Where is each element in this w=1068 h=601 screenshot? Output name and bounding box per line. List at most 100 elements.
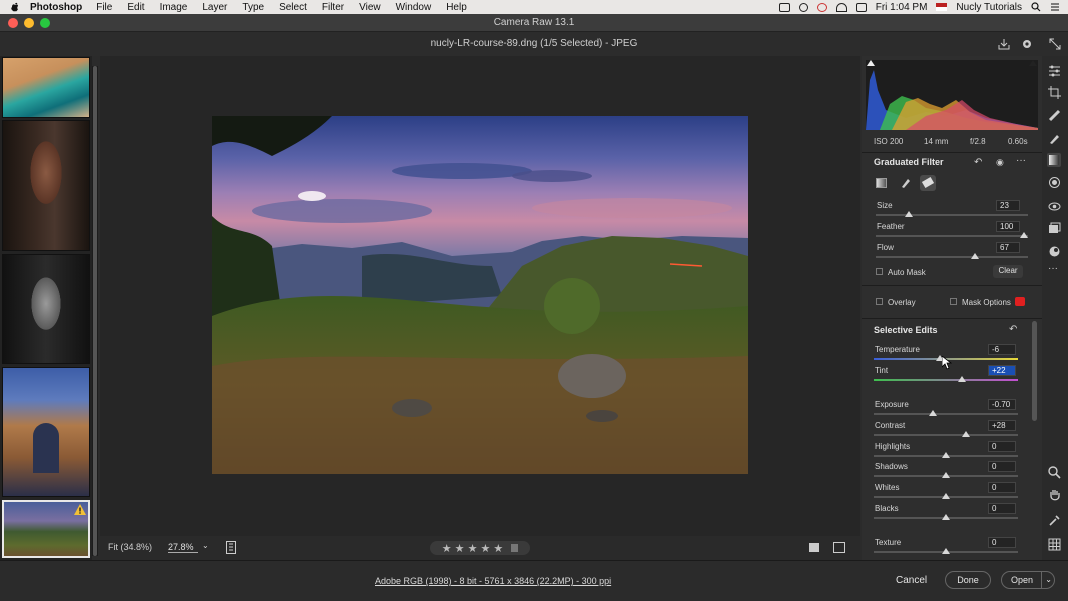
zoom-icon[interactable] [1048, 466, 1061, 479]
graduated-filter-tool-icon[interactable] [1047, 153, 1061, 167]
selective-reset-icon[interactable]: ↶ [1009, 324, 1017, 335]
feather-slider-thumb[interactable] [1020, 232, 1028, 238]
menu-window[interactable]: Window [396, 2, 432, 13]
menu-file[interactable]: File [96, 2, 112, 13]
zoom-window-button[interactable] [40, 18, 50, 28]
slider-thumb[interactable] [962, 431, 971, 437]
done-button[interactable]: Done [945, 571, 991, 589]
slider-thumb[interactable] [942, 472, 950, 478]
workflow-options-link[interactable]: Adobe RGB (1998) - 8 bit - 5761 x 3846 (… [375, 576, 611, 586]
filmstrip-toggle-icon[interactable] [226, 541, 236, 554]
reset-icon[interactable]: ↶ [974, 157, 982, 168]
gear-icon[interactable] [1021, 38, 1033, 50]
slider-thumb[interactable] [942, 452, 950, 458]
menu-view[interactable]: View [359, 2, 381, 13]
menu-app-name[interactable]: Photoshop [30, 2, 82, 13]
screen-record-icon[interactable] [778, 2, 790, 12]
close-window-button[interactable] [8, 18, 18, 28]
apple-icon[interactable] [10, 2, 20, 12]
thumbnail-landscape-selected[interactable] [2, 500, 90, 558]
menu-select[interactable]: Select [279, 2, 307, 13]
mask-options-checkbox[interactable] [950, 298, 957, 305]
menu-help[interactable]: Help [446, 2, 467, 13]
chevron-down-icon[interactable]: ⌄ [202, 541, 209, 550]
menu-list-icon[interactable] [1050, 2, 1060, 12]
airplay-icon[interactable] [855, 2, 867, 12]
scroll-knob[interactable] [93, 66, 97, 556]
fullscreen-icon[interactable] [1049, 38, 1061, 50]
flag-icon[interactable] [936, 3, 948, 11]
radial-filter-icon[interactable] [1048, 176, 1061, 189]
bluetooth-icon[interactable] [798, 2, 808, 12]
slider-thumb[interactable] [942, 548, 950, 554]
flow-slider-thumb[interactable] [971, 253, 979, 259]
thumbnail-portrait-2[interactable] [2, 254, 90, 364]
before-after-icon[interactable] [833, 542, 845, 553]
slider-value[interactable]: 0 [988, 482, 1016, 493]
size-slider-thumb[interactable] [905, 211, 913, 217]
color-sampler-icon[interactable] [1048, 514, 1061, 527]
fit-zoom-option[interactable]: Fit (34.8%) [108, 542, 152, 552]
edit-sliders-icon[interactable] [1048, 64, 1061, 77]
menu-edit[interactable]: Edit [127, 2, 144, 13]
eye-icon[interactable]: ◉ [996, 157, 1004, 168]
slider-value[interactable]: -0.70 [988, 399, 1016, 410]
open-options-chevron-icon[interactable]: ⌄ [1041, 572, 1052, 588]
red-eye-icon[interactable] [1048, 200, 1061, 213]
flow-value[interactable]: 67 [996, 242, 1020, 253]
slider-thumb[interactable] [929, 410, 938, 416]
slider-thumb[interactable] [942, 514, 950, 520]
slider-value[interactable]: 0 [988, 441, 1016, 452]
menu-image[interactable]: Image [160, 2, 188, 13]
shadow-clipping-icon[interactable] [867, 60, 875, 66]
presets-icon[interactable] [1048, 245, 1061, 258]
slider-value[interactable]: 0 [988, 503, 1016, 514]
filmstrip-scrollbar[interactable] [92, 66, 98, 556]
single-view-icon[interactable] [809, 543, 819, 552]
eraser-icon[interactable] [920, 175, 936, 191]
thumbnail-portrait-1[interactable] [2, 120, 90, 251]
search-icon[interactable] [1031, 2, 1041, 12]
slider-value[interactable]: 0 [988, 537, 1016, 548]
highlight-clipping-icon[interactable] [1029, 60, 1037, 66]
grid-icon[interactable] [1048, 538, 1061, 551]
minimize-window-button[interactable] [24, 18, 34, 28]
brush-icon[interactable] [900, 177, 912, 189]
panel-scrollbar[interactable] [1032, 321, 1037, 421]
zoom-level-select[interactable]: 27.8% [168, 542, 198, 553]
slider-track[interactable] [874, 413, 1018, 415]
slider-value[interactable]: -6 [988, 344, 1016, 355]
size-slider-track[interactable] [876, 214, 1028, 216]
star-rating[interactable]: ★ ★ ★ ★ ★ [430, 541, 530, 555]
thumbnail-building[interactable] [2, 367, 90, 497]
slider-thumb[interactable] [942, 493, 950, 499]
size-value[interactable]: 23 [996, 200, 1020, 211]
feather-slider-track[interactable] [876, 235, 1028, 237]
gradient-tool-icon[interactable] [876, 178, 887, 188]
preview-image[interactable] [212, 116, 748, 474]
slider-track[interactable] [874, 434, 1018, 436]
user-name[interactable]: Nucly Tutorials [956, 2, 1022, 13]
slider-value[interactable]: +28 [988, 420, 1016, 431]
clock[interactable]: Fri 1:04 PM [876, 2, 928, 13]
menu-filter[interactable]: Filter [322, 2, 344, 13]
feather-value[interactable]: 100 [996, 221, 1020, 232]
trash-icon[interactable] [511, 544, 519, 552]
adjustment-brush-icon[interactable] [1048, 132, 1061, 145]
more-tools-icon[interactable]: ··· [1048, 263, 1058, 274]
flow-slider-track[interactable] [876, 256, 1028, 258]
open-button[interactable]: Open ⌄ [1001, 571, 1055, 589]
slider-thumb[interactable] [957, 376, 966, 382]
healing-icon[interactable] [1048, 109, 1061, 122]
hand-icon[interactable] [1048, 489, 1061, 502]
more-options-icon[interactable]: ··· [1016, 155, 1026, 166]
slider-value[interactable]: +22 [988, 365, 1016, 376]
auto-mask-checkbox[interactable] [876, 268, 883, 275]
cancel-button[interactable]: Cancel [896, 575, 927, 586]
save-icon[interactable] [998, 38, 1010, 50]
thumbnail-beach[interactable] [2, 57, 90, 118]
crop-icon[interactable] [1048, 86, 1061, 99]
slider-track[interactable] [874, 379, 1018, 381]
menu-type[interactable]: Type [242, 2, 264, 13]
menu-layer[interactable]: Layer [202, 2, 227, 13]
